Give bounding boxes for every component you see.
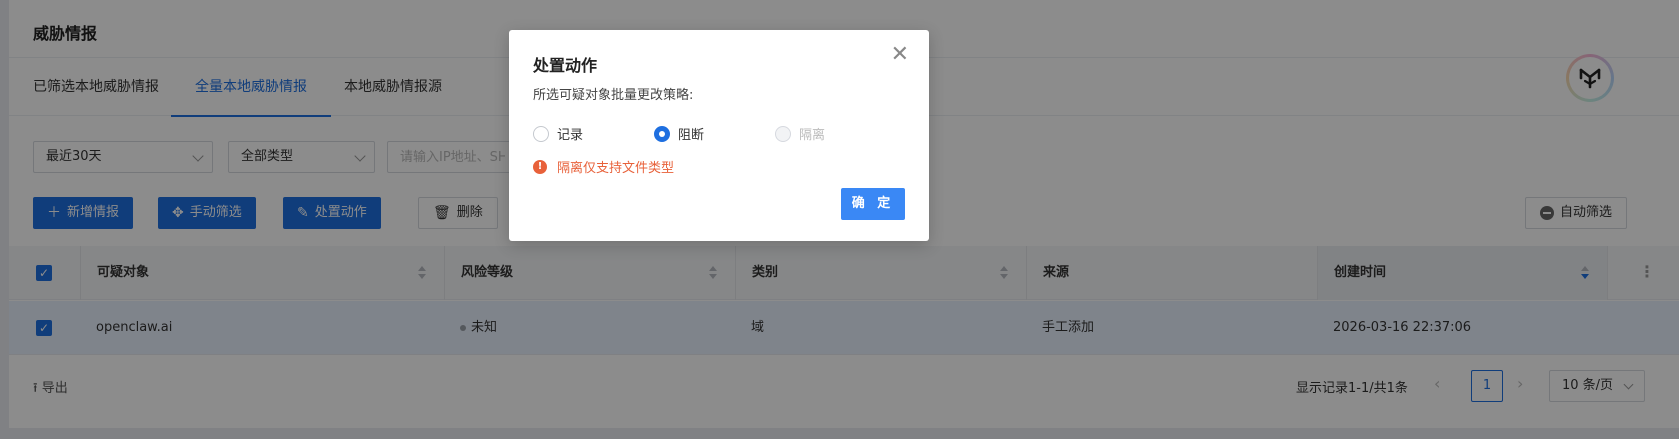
disposal-action-dialog: 处置动作 ✕ 所选可疑对象批量更改策略: 记录 阻断 隔离 ! 隔离仅支持文件类… [509, 30, 929, 241]
radio-circle [775, 125, 791, 142]
radio-isolate: 隔离 [775, 124, 825, 143]
close-icon[interactable]: ✕ [891, 44, 909, 66]
action-radio-group: 记录 阻断 隔离 [533, 124, 913, 144]
confirm-button[interactable]: 确 定 [841, 188, 905, 220]
radio-circle [654, 125, 670, 142]
radio-record[interactable]: 记录 [533, 124, 583, 143]
warning-icon: ! [533, 159, 547, 174]
radio-label: 阻断 [678, 128, 705, 143]
dialog-description: 所选可疑对象批量更改策略: [533, 88, 694, 103]
dialog-title: 处置动作 [533, 56, 598, 75]
radio-label: 隔离 [799, 128, 826, 143]
radio-block[interactable]: 阻断 [654, 124, 704, 143]
warning-message: ! 隔离仅支持文件类型 [533, 157, 674, 176]
radio-label: 记录 [557, 128, 584, 143]
warning-text: 隔离仅支持文件类型 [557, 161, 675, 176]
radio-circle [533, 125, 549, 142]
